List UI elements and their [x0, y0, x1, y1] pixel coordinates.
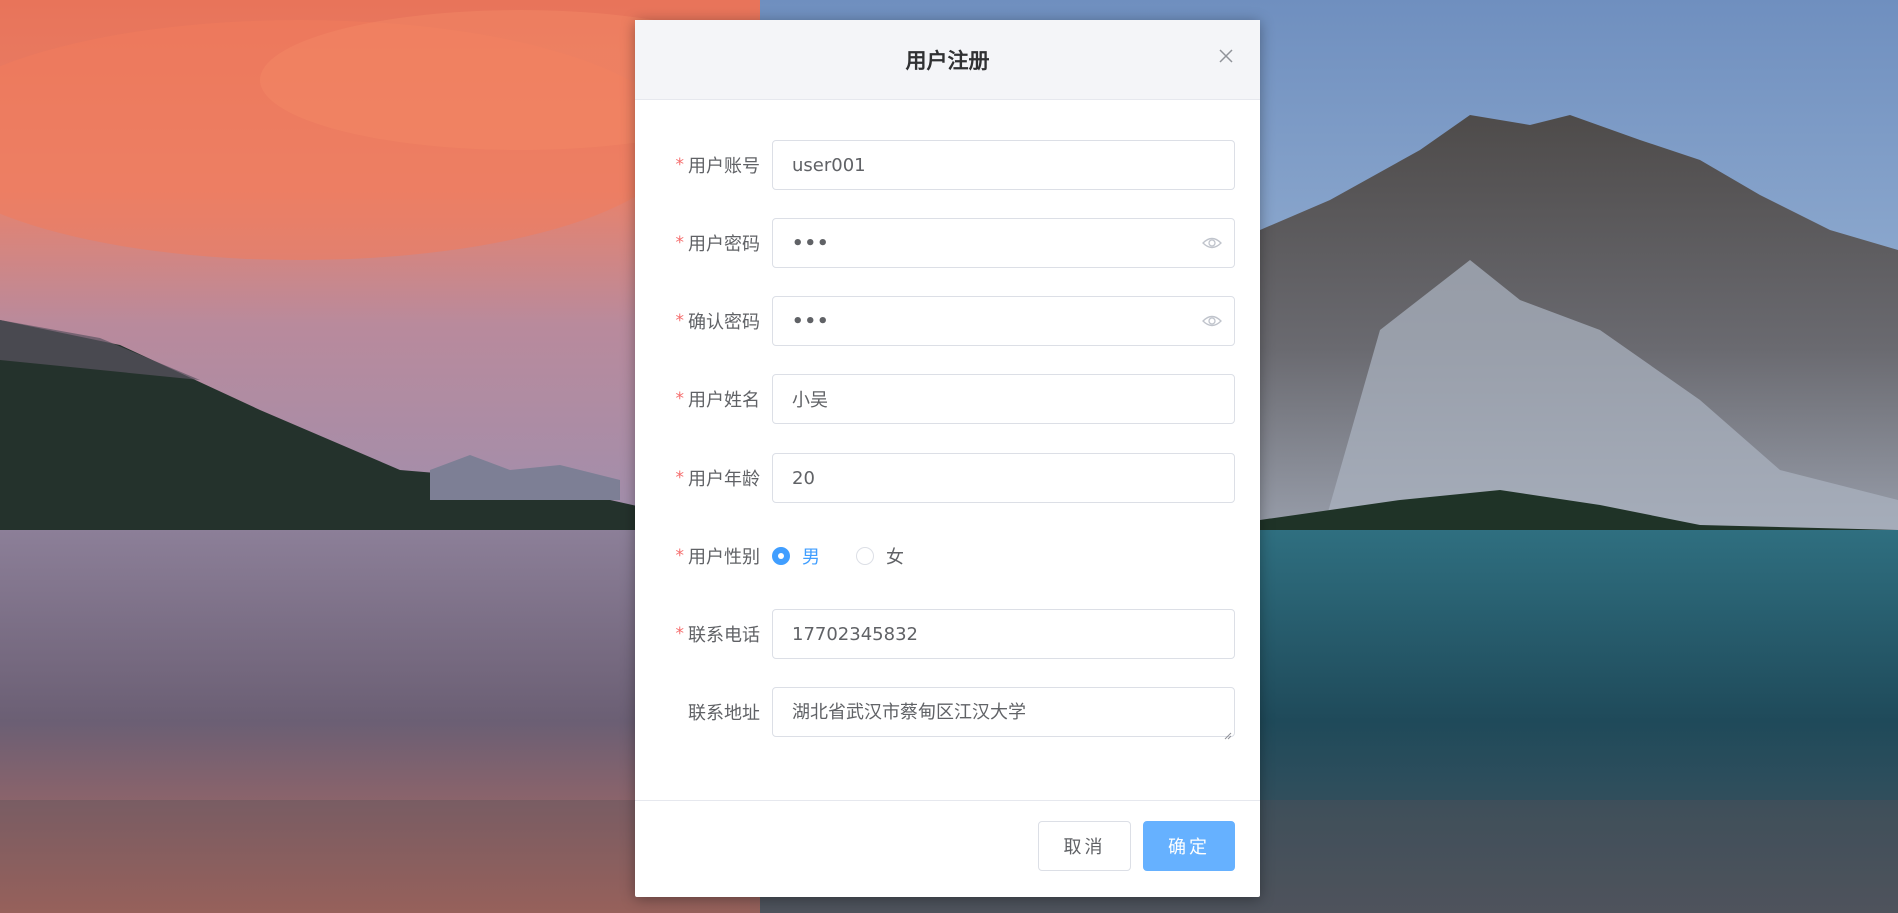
phone-input[interactable]: 17702345832: [772, 609, 1235, 659]
account-input[interactable]: user001: [772, 140, 1235, 190]
password-label-text: 用户密码: [688, 234, 760, 255]
confirm-password-input[interactable]: •••: [772, 296, 1235, 346]
gender-option-male: 男: [802, 547, 820, 568]
close-icon[interactable]: [1216, 46, 1236, 66]
gender-label: * 用户性别: [676, 531, 761, 581]
form-item-confirm-password: * 确认密码 •••: [635, 296, 1260, 346]
form-item-address: 联系地址 湖北省武汉市蔡甸区江汉大学: [635, 687, 1260, 740]
name-input[interactable]: 小吴: [772, 374, 1235, 424]
address-label-text: 联系地址: [688, 703, 760, 724]
required-mark: *: [675, 546, 685, 566]
form-item-age: * 用户年龄 20: [635, 453, 1260, 503]
name-label-text: 用户姓名: [688, 390, 760, 411]
required-mark: *: [675, 233, 685, 253]
confirm-password-label: * 确认密码: [676, 296, 761, 346]
dialog-body: * 用户账号 user001 * 用户密码 ••• * 确认密码 ••• * 用…: [635, 100, 1260, 820]
radio-unchecked-icon[interactable]: [856, 547, 874, 565]
required-mark: *: [675, 155, 685, 175]
password-label: * 用户密码: [676, 218, 761, 268]
gender-radio-group: 男 女: [772, 531, 940, 581]
name-label: * 用户姓名: [676, 374, 761, 424]
gender-option-female: 女: [886, 547, 904, 568]
address-textarea[interactable]: 湖北省武汉市蔡甸区江汉大学: [772, 687, 1235, 740]
dialog-footer: 取消 确定: [635, 800, 1260, 897]
gender-radio-female[interactable]: 女: [856, 543, 904, 569]
cancel-button[interactable]: 取消: [1038, 821, 1131, 871]
password-input-value: •••: [792, 232, 830, 254]
confirm-button[interactable]: 确定: [1143, 821, 1235, 871]
form-item-phone: * 联系电话 17702345832: [635, 609, 1260, 659]
age-input[interactable]: 20: [772, 453, 1235, 503]
resize-grip-icon[interactable]: [1222, 724, 1232, 740]
required-mark: *: [675, 311, 685, 331]
address-textarea-value: 湖北省武汉市蔡甸区江汉大学: [792, 702, 1026, 723]
confirm-password-label-text: 确认密码: [688, 312, 760, 333]
address-label: 联系地址: [688, 687, 760, 737]
account-label-text: 用户账号: [688, 156, 760, 177]
eye-icon[interactable]: [1202, 235, 1222, 251]
required-mark: *: [675, 389, 685, 409]
dialog-title: 用户注册: [905, 48, 990, 73]
dialog-header: 用户注册: [635, 20, 1260, 100]
gender-label-text: 用户性别: [688, 547, 760, 568]
phone-label: * 联系电话: [676, 609, 761, 659]
age-label: * 用户年龄: [676, 453, 761, 503]
form-item-gender: * 用户性别 男 女: [635, 531, 1260, 581]
phone-input-value: 17702345832: [792, 623, 918, 645]
confirm-password-input-value: •••: [792, 310, 830, 332]
name-input-value: 小吴: [792, 390, 828, 411]
phone-label-text: 联系电话: [688, 625, 760, 646]
password-input[interactable]: •••: [772, 218, 1235, 268]
account-label: * 用户账号: [676, 140, 761, 190]
age-input-value: 20: [792, 467, 815, 489]
radio-checked-icon[interactable]: [772, 547, 790, 565]
required-mark: *: [675, 624, 685, 644]
form-item-password: * 用户密码 •••: [635, 218, 1260, 268]
account-input-value: user001: [792, 154, 866, 176]
required-mark: *: [675, 468, 685, 488]
gender-radio-male[interactable]: 男: [772, 543, 820, 569]
register-dialog: 用户注册 * 用户账号 user001 * 用户密码 ••• * 确认密码 ••…: [635, 20, 1260, 897]
form-item-name: * 用户姓名 小吴: [635, 374, 1260, 424]
eye-icon[interactable]: [1202, 313, 1222, 329]
form-item-account: * 用户账号 user001: [635, 140, 1260, 190]
age-label-text: 用户年龄: [688, 469, 760, 490]
